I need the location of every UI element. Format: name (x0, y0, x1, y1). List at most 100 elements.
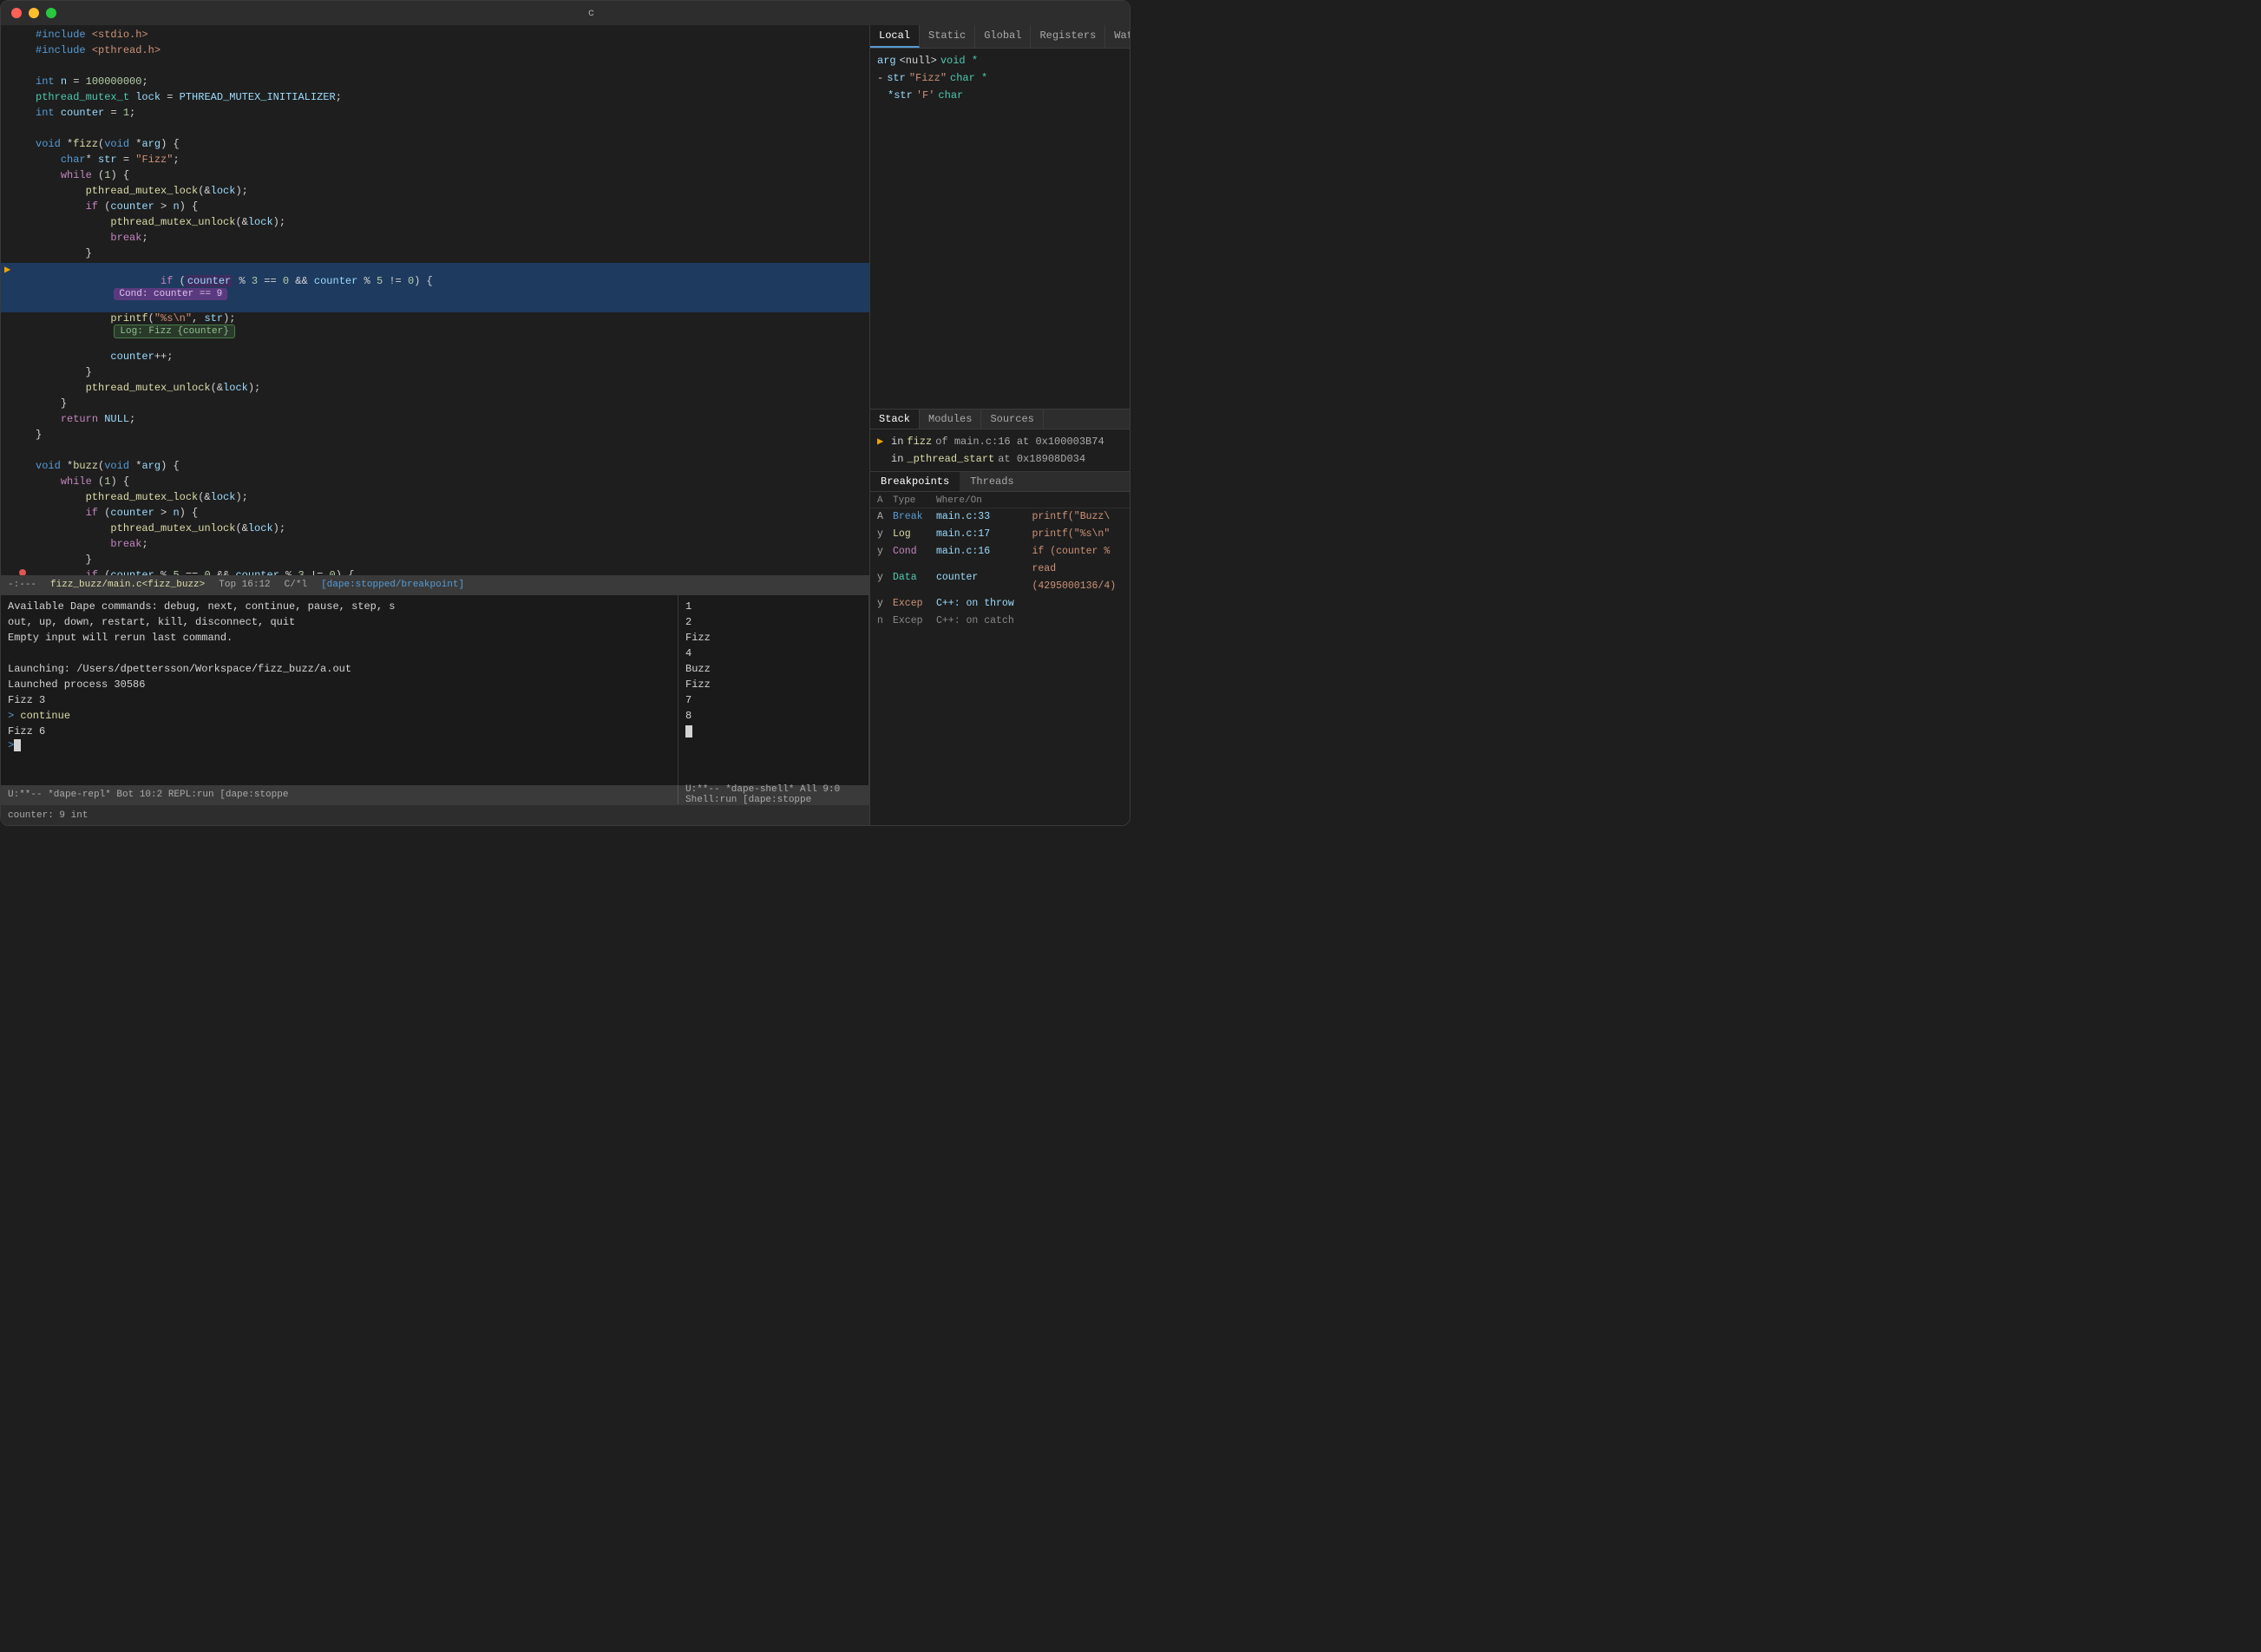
bp-row-6[interactable]: n Excep C++: on catch (870, 613, 1130, 630)
minimize-button[interactable] (29, 8, 39, 18)
output-2: 2 (685, 614, 862, 630)
repl-line-7: > continue (8, 708, 671, 724)
repl-line-8: Fizz 6 (8, 724, 671, 739)
stack-tabs: Stack Modules Sources (870, 410, 1130, 429)
code-line-13: pthread_mutex_unlock(&lock); (1, 216, 869, 232)
code-line-blank1 (1, 60, 869, 75)
tab-local[interactable]: Local (870, 25, 920, 48)
bp-row-2[interactable]: y Log main.c:17 printf("%s\n" (870, 526, 1130, 543)
editor-status-bar: -:--- fizz_buzz/main.c<fizz_buzz> Top 16… (1, 575, 869, 594)
output-1: 1 (685, 599, 862, 614)
shell-status-text: U:**-- *dape-shell* All 9:0 Shell:run [d… (685, 784, 862, 805)
output-4: 4 (685, 646, 862, 661)
repl-line-2: out, up, down, restart, kill, disconnect… (8, 614, 671, 630)
code-line-25: void *buzz(void *arg) { (1, 460, 869, 475)
close-button[interactable] (11, 8, 22, 18)
code-line-17: printf("%s\n", str); Log: Fizz {counter} (1, 312, 869, 351)
window-title: c (63, 7, 1119, 19)
repl-line-1: Available Dape commands: debug, next, co… (8, 599, 671, 614)
code-line-6: int counter = 1; (1, 107, 869, 122)
code-line-26: while (1) { (1, 475, 869, 491)
variables-panel: arg <null> void * - str "Fizz" char * *s… (870, 49, 1130, 409)
footer-text: counter: 9 int (8, 810, 88, 821)
stack-frame-0: ▶ in fizz of main.c:16 at 0x100003B74 (877, 433, 1123, 450)
code-line-28: if (counter > n) { (1, 507, 869, 522)
tab-threads[interactable]: Threads (960, 472, 1024, 491)
code-line-2: #include <pthread.h> (1, 44, 869, 60)
repl-status: U:**-- *dape-repl* Bot 10:2 REPL:run [da… (1, 785, 678, 804)
var-str-deref: *str 'F' char (877, 87, 1123, 104)
shell-status: U:**-- *dape-shell* All 9:0 Shell:run [d… (678, 785, 869, 804)
tab-global[interactable]: Global (975, 25, 1031, 48)
code-line-27: pthread_mutex_lock(&lock); (1, 491, 869, 507)
bp-row-5[interactable]: y Excep C++: on throw (870, 595, 1130, 613)
editor-panel: #include <stdio.h> #include <pthread.h> (1, 25, 869, 825)
repl-input-area[interactable]: > (8, 739, 671, 751)
line-content-1: #include <stdio.h> (29, 29, 866, 41)
repl-line-3: Empty input will rerun last command. (8, 630, 671, 646)
line-arrow-1 (4, 29, 16, 41)
line-content-2: #include <pthread.h> (29, 44, 866, 56)
code-line-11: pthread_mutex_lock(&lock); (1, 185, 869, 200)
repl-line-4: Launching: /Users/dpettersson/Workspace/… (8, 661, 671, 677)
tab-stack[interactable]: Stack (870, 410, 920, 429)
output-panel[interactable]: 1 2 Fizz 4 Buzz Fizz 7 8 (678, 595, 869, 785)
bp-row-1[interactable]: A Break main.c:33 printf("Buzz\ (870, 508, 1130, 526)
main-content: #include <stdio.h> #include <pthread.h> (1, 25, 1130, 825)
tab-watch[interactable]: Watch (1105, 25, 1130, 48)
code-line-8: void *fizz(void *arg) { (1, 138, 869, 154)
status-mode: -:--- (8, 580, 36, 590)
line-arrow-2 (4, 44, 16, 56)
output-7: 7 (685, 692, 862, 708)
right-panel: Local Static Global Registers Watch arg … (869, 25, 1130, 825)
output-6: Fizz (685, 677, 862, 692)
repl-cursor (14, 739, 21, 751)
repl-panel[interactable]: Available Dape commands: debug, next, co… (1, 595, 678, 785)
code-area[interactable]: #include <stdio.h> #include <pthread.h> (1, 25, 869, 575)
code-line-21: } (1, 397, 869, 413)
code-line-32: if (counter % 5 == 0 && counter % 3 != 0… (1, 569, 869, 575)
bp-dot-32[interactable] (16, 569, 29, 575)
status-filename: fizz_buzz/main.c<fizz_buzz> (50, 580, 205, 590)
code-line-12: if (counter > n) { (1, 200, 869, 216)
breakpoints-section: Breakpoints Threads A Type Where/On A Br… (870, 471, 1130, 825)
stack-frame-1: in _pthread_start at 0x18908D034 (877, 450, 1123, 468)
code-line-23: } (1, 429, 869, 444)
code-line-19: } (1, 366, 869, 382)
code-line-9: char* str = "Fizz"; (1, 154, 869, 169)
tab-registers[interactable]: Registers (1031, 25, 1105, 48)
code-line-5: pthread_mutex_t lock = PTHREAD_MUTEX_INI… (1, 91, 869, 107)
var-arg: arg <null> void * (877, 52, 1123, 69)
code-line-31: } (1, 554, 869, 569)
status-scroll: Top 16:12 (219, 580, 270, 590)
code-line-10: while (1) { (1, 169, 869, 185)
code-line-29: pthread_mutex_unlock(&lock); (1, 522, 869, 538)
tab-static[interactable]: Static (920, 25, 975, 48)
tab-sources[interactable]: Sources (981, 410, 1043, 429)
bp-row-3[interactable]: y Cond main.c:16 if (counter % (870, 543, 1130, 560)
code-line-14: break; (1, 232, 869, 247)
stack-content: ▶ in fizz of main.c:16 at 0x100003B74 in… (870, 429, 1130, 471)
code-line-blank2 (1, 122, 869, 138)
repl-line-6: Fizz 3 (8, 692, 671, 708)
condition-tooltip: Cond: counter == 9 (114, 288, 227, 300)
code-line-18: counter++; (1, 351, 869, 366)
code-line-1: #include <stdio.h> (1, 29, 869, 44)
log-tooltip: Log: Fizz {counter} (114, 324, 234, 338)
repl-line-blank (8, 646, 671, 661)
tab-modules[interactable]: Modules (920, 410, 981, 429)
var-tabs: Local Static Global Registers Watch (870, 25, 1130, 49)
var-str: - str "Fizz" char * (877, 69, 1123, 87)
bp-row-4[interactable]: y Data counter read (4295000136/4) (870, 560, 1130, 595)
bottom-panels: Available Dape commands: debug, next, co… (1, 594, 869, 785)
repl-status-text: U:**-- *dape-repl* Bot 10:2 REPL:run [da… (8, 790, 288, 800)
titlebar: c (1, 1, 1130, 25)
bottom-status-row: U:**-- *dape-repl* Bot 10:2 REPL:run [da… (1, 785, 869, 804)
output-cursor-line (685, 724, 862, 739)
bp-table: A Type Where/On A Break main.c:33 printf… (870, 492, 1130, 825)
code-line-15: } (1, 247, 869, 263)
bp-col-header: A Type Where/On (870, 494, 1130, 508)
maximize-button[interactable] (46, 8, 56, 18)
output-cursor (685, 725, 692, 738)
tab-breakpoints[interactable]: Breakpoints (870, 472, 960, 491)
